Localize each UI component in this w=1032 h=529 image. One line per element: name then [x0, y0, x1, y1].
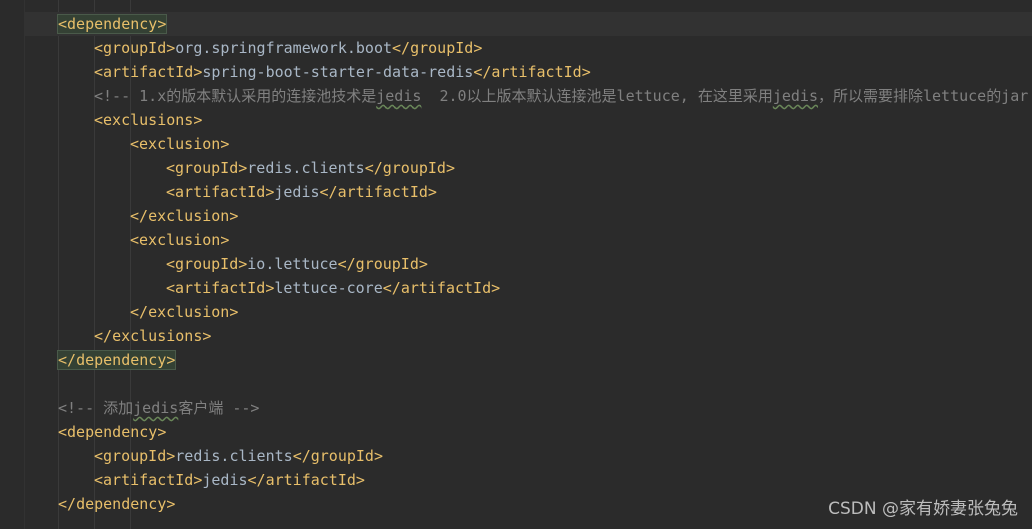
- groupid-value: org.springframework.boot: [175, 39, 393, 57]
- code-line-2[interactable]: <groupId>org.springframework.boot</group…: [24, 36, 1032, 60]
- code-line-12[interactable]: <artifactId>lettuce-core</artifactId>: [24, 276, 1032, 300]
- code-line-20[interactable]: <artifactId>jedis</artifactId>: [24, 468, 1032, 492]
- watermark: CSDN @家有娇妻张兔兔: [828, 499, 1018, 519]
- artifactid-value: spring-boot-starter-data-redis: [202, 63, 474, 81]
- code-line-19[interactable]: <groupId>redis.clients</groupId>: [24, 444, 1032, 468]
- code-line-5[interactable]: <exclusions>: [24, 108, 1032, 132]
- code-line-10[interactable]: <exclusion>: [24, 228, 1032, 252]
- code-line-1[interactable]: <dependency>: [24, 12, 1032, 36]
- code-line-7[interactable]: <groupId>redis.clients</groupId>: [24, 156, 1032, 180]
- groupid-tag: groupId: [103, 39, 167, 57]
- dependency-open-tag-highlighted: <dependency>: [56, 14, 168, 34]
- editor-gutter: [0, 0, 25, 529]
- code-line-13[interactable]: </exclusion>: [24, 300, 1032, 324]
- code-line-4-comment[interactable]: <!-- 1.x的版本默认采用的连接池技术是jedis 2.0以上版本默认连接池…: [24, 84, 1032, 108]
- code-line-15[interactable]: </dependency>: [24, 348, 1032, 372]
- code-line-6[interactable]: <exclusion>: [24, 132, 1032, 156]
- code-line-8[interactable]: <artifactId>jedis</artifactId>: [24, 180, 1032, 204]
- code-line-11[interactable]: <groupId>io.lettuce</groupId>: [24, 252, 1032, 276]
- code-editor[interactable]: <dependency> <groupId>org.springframewor…: [0, 0, 1032, 529]
- code-line-14[interactable]: </exclusions>: [24, 324, 1032, 348]
- code-line-18[interactable]: <dependency>: [24, 420, 1032, 444]
- code-line-9[interactable]: </exclusion>: [24, 204, 1032, 228]
- code-line-17-comment[interactable]: <!-- 添加jedis客户端 -->: [24, 396, 1032, 420]
- code-line-3[interactable]: <artifactId>spring-boot-starter-data-red…: [24, 60, 1032, 84]
- artifactid-tag: artifactId: [103, 63, 194, 81]
- dependency-close-tag-highlighted: </dependency>: [56, 350, 177, 370]
